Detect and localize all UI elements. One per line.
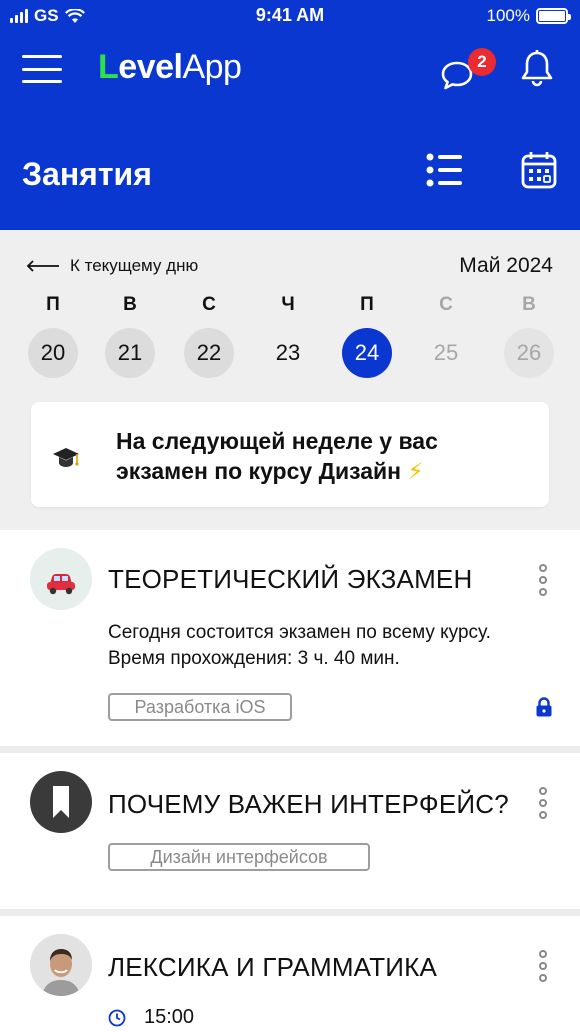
lesson-time-row: 15:00 [108, 1006, 194, 1029]
chat-button[interactable]: 2 [436, 48, 496, 92]
lesson-card[interactable]: ПОЧЕМУ ВАЖЕН ИНТЕРФЕЙС? Дизайн интерфейс… [0, 753, 580, 909]
notice-message: На следующей неделе у вас экзамен по кур… [116, 428, 438, 484]
more-options-icon[interactable] [536, 950, 550, 982]
clock-icon [108, 1009, 126, 1026]
logo-bold-text: evel [118, 48, 183, 86]
menu-icon[interactable] [22, 55, 62, 83]
weekday-row: П В С Ч П С В [0, 294, 580, 324]
date-cell[interactable]: 25 [421, 328, 471, 378]
more-options-icon[interactable] [536, 564, 550, 596]
lock-icon [536, 697, 552, 717]
calendar-strip: К текущему дню Май 2024 П В С Ч П С В 20… [0, 230, 580, 530]
graduation-cap-icon [53, 448, 79, 467]
month-label: Май 2024 [459, 254, 553, 277]
teacher-avatar [30, 934, 92, 996]
date-row: 20 21 22 23 24 25 26 [0, 328, 580, 378]
lesson-title: ТЕОРЕТИЧЕСКИЙ ЭКЗАМЕН [108, 564, 473, 594]
top-nav: LevelApp 2 [0, 40, 580, 96]
title-row: Занятия [0, 140, 580, 210]
date-cell[interactable]: 22 [184, 328, 234, 378]
back-to-today-label: К текущему дню [70, 256, 199, 275]
notice-text: На следующей неделе у вас экзамен по кур… [116, 426, 536, 486]
notifications-button[interactable] [519, 48, 559, 92]
lesson-title: ЛЕКСИКА И ГРАММАТИКА [108, 952, 438, 982]
lesson-time: 15:00 [144, 1006, 195, 1028]
bookmark-icon [30, 771, 92, 833]
lesson-card[interactable]: ТЕОРЕТИЧЕСКИЙ ЭКЗАМЕН Сегодня состоится … [0, 530, 580, 746]
back-to-today-link[interactable]: К текущему дню [26, 256, 198, 276]
logo-light-text: App [182, 48, 242, 86]
weekday-label: В [522, 294, 536, 315]
bell-icon [521, 50, 553, 87]
date-cell[interactable]: 26 [504, 328, 554, 378]
exam-notice-card[interactable]: На следующей неделе у вас экзамен по кур… [31, 402, 549, 507]
page-title: Занятия [22, 156, 152, 192]
status-right: 100% [486, 6, 571, 26]
date-cell-selected[interactable]: 24 [342, 328, 392, 378]
lesson-description: Сегодня состоится экзамен по всему курсу… [108, 622, 491, 669]
divider [0, 746, 580, 753]
calendar-icon [521, 152, 557, 189]
app-logo: LevelApp [98, 48, 242, 86]
date-cell[interactable]: 23 [263, 328, 313, 378]
status-bar: GS 9:41 AM 100% [0, 0, 580, 30]
date-cell[interactable]: 21 [105, 328, 155, 378]
lesson-title: ПОЧЕМУ ВАЖЕН ИНТЕРФЕЙС? [108, 789, 509, 819]
weekday-label: П [46, 294, 60, 315]
weekday-label: В [123, 294, 137, 315]
more-options-icon[interactable] [536, 787, 550, 819]
calendar-view-button[interactable] [520, 150, 560, 190]
app-header: GS 9:41 AM 100% LevelApp 2 Занятия [0, 0, 580, 230]
weekday-label: П [360, 294, 374, 315]
battery-icon [536, 8, 571, 24]
list-view-button[interactable] [424, 152, 464, 188]
car-icon [30, 548, 92, 610]
lesson-card[interactable]: ЛЕКСИКА И ГРАММАТИКА 15:00 [0, 916, 580, 1032]
arrow-left-icon [26, 260, 59, 272]
list-icon [426, 153, 462, 187]
weekday-label: Ч [281, 294, 295, 315]
course-tag: Дизайн интерфейсов [108, 843, 370, 871]
date-cell[interactable]: 20 [28, 328, 78, 378]
lightning-icon: ⚡ [407, 458, 424, 484]
battery-label: 100% [486, 6, 530, 25]
course-tag: Разработка iOS [108, 693, 292, 721]
weekday-label: С [202, 294, 216, 315]
chat-badge: 2 [468, 48, 496, 76]
weekday-label: С [439, 294, 453, 315]
divider [0, 909, 580, 916]
